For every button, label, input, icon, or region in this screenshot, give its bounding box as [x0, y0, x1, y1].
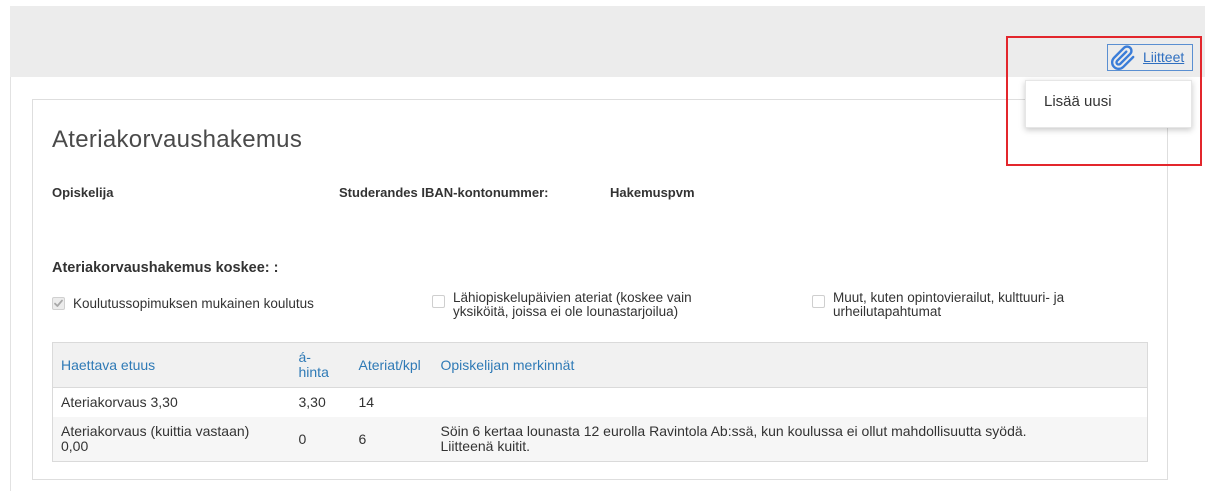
column-header-label: Opiskelijan merkinnät: [440, 356, 575, 373]
table-row: Ateriakorvaus 3,30 3,30 14: [52, 387, 1148, 417]
cell-value: 3,30: [298, 394, 326, 410]
scope-heading: Ateriakorvaushakemus koskee: :: [52, 260, 279, 276]
column-header-label: á-hinta: [298, 349, 329, 380]
cell-benefit: Ateriakorvaus 3,30: [52, 387, 291, 417]
scope-option-training-agreement[interactable]: Koulutussopimuksen mukainen koulutus: [52, 291, 352, 325]
checkbox-label: Koulutussopimuksen mukainen koulutus: [73, 296, 314, 311]
page-title: Ateriakorvaushakemus: [52, 126, 303, 153]
cell-meal-count: 14: [350, 387, 433, 417]
cell-value: 0: [298, 430, 307, 447]
checkbox-label: Muut, kuten opintovierailut, kulttuuri- …: [833, 290, 1065, 319]
table-row: Ateriakorvaus (kuittia vastaan) 0,00 0 6…: [52, 417, 1148, 462]
training-agreement-checkbox[interactable]: [52, 297, 65, 310]
field-label-student: Opiskelija: [52, 185, 114, 200]
contact-days-checkbox[interactable]: [432, 295, 445, 308]
meal-benefit-table: Haettava etuus á-hinta Ateriat/kpl Opisk…: [52, 342, 1148, 462]
highlight-annotation-box: [1006, 36, 1202, 166]
table-header-row: Haettava etuus á-hinta Ateriat/kpl Opisk…: [52, 342, 1148, 388]
cell-value: 6: [358, 430, 367, 447]
cell-student-notes: [432, 387, 1148, 417]
field-label-iban: Studerandes IBAN-kontonummer:: [339, 185, 549, 200]
cell-meal-count: 6: [350, 417, 433, 462]
other-events-checkbox[interactable]: [812, 295, 825, 308]
cell-student-notes: Söin 6 kertaa lounasta 12 eurolla Ravint…: [432, 417, 1148, 462]
cell-unit-price: 0: [290, 417, 351, 462]
column-header-student-notes[interactable]: Opiskelijan merkinnät: [432, 342, 1148, 388]
cell-benefit: Ateriakorvaus (kuittia vastaan) 0,00: [52, 417, 291, 462]
field-label-application-date: Hakemuspvm: [610, 185, 695, 200]
checkbox-label: Lähiopiskelupäivien ateriat (koskee vain…: [453, 290, 692, 319]
checkmark-icon: [54, 299, 63, 307]
cell-unit-price: 3,30: [290, 387, 351, 417]
cell-value: Ateriakorvaus 3,30: [61, 394, 178, 410]
cell-value: Söin 6 kertaa lounasta 12 eurolla Ravint…: [440, 423, 1027, 454]
column-header-unit-price[interactable]: á-hinta: [290, 342, 351, 388]
column-header-label: Haettava etuus: [61, 356, 156, 373]
column-header-meal-count[interactable]: Ateriat/kpl: [350, 342, 433, 388]
cell-value: 14: [358, 394, 375, 410]
scope-option-other-events[interactable]: Muut, kuten opintovierailut, kulttuuri- …: [812, 291, 1112, 325]
scope-option-contact-days[interactable]: Lähiopiskelupäivien ateriat (koskee vain…: [432, 291, 732, 325]
column-header-label: Ateriat/kpl: [358, 356, 421, 373]
column-header-benefit[interactable]: Haettava etuus: [52, 342, 291, 388]
cell-value: Ateriakorvaus (kuittia vastaan) 0,00: [61, 423, 250, 454]
